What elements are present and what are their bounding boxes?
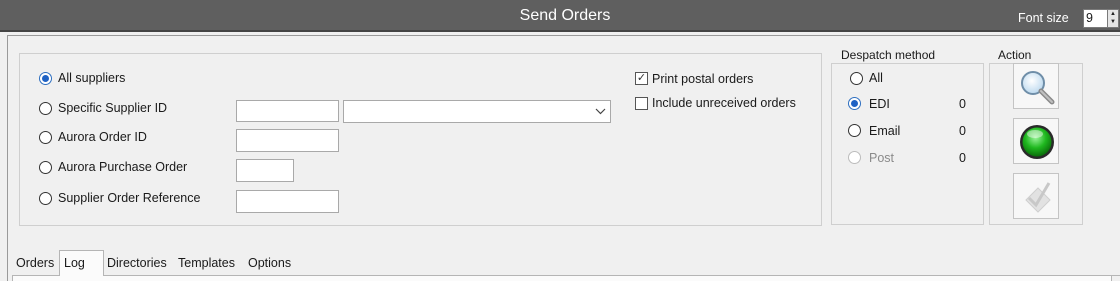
label-despatch-all[interactable]: All — [869, 71, 883, 85]
spin-down-icon[interactable]: ▼ — [1108, 18, 1118, 26]
font-size-spinner[interactable]: ▲ ▼ — [1107, 9, 1119, 28]
tab-orders[interactable]: Orders — [12, 252, 58, 275]
chevron-down-icon[interactable] — [595, 102, 606, 123]
aurora-purchase-order-input[interactable] — [236, 159, 294, 182]
confirm-button[interactable] — [1013, 173, 1059, 219]
label-despatch-post[interactable]: Post — [869, 151, 894, 165]
label-supplier-order-reference[interactable]: Supplier Order Reference — [58, 191, 200, 205]
log-panel — [12, 276, 1112, 281]
tab-options[interactable]: Options — [244, 252, 295, 275]
green-go-icon — [1020, 125, 1054, 159]
spin-up-icon[interactable]: ▲ — [1108, 10, 1118, 18]
label-all-suppliers[interactable]: All suppliers — [58, 71, 125, 85]
print-postal-orders-checkbox[interactable]: ✓ — [635, 72, 648, 85]
tab-directories[interactable]: Directories — [103, 252, 171, 275]
radio-all-suppliers[interactable] — [39, 72, 52, 85]
radio-specific-supplier-id[interactable] — [39, 102, 52, 115]
label-aurora-order-id[interactable]: Aurora Order ID — [58, 130, 147, 144]
tab-templates[interactable]: Templates — [174, 252, 239, 275]
despatch-method-group — [831, 63, 984, 225]
supplier-dropdown[interactable] — [343, 100, 611, 123]
radio-despatch-edi[interactable] — [848, 97, 861, 110]
font-size-input[interactable]: 9 — [1083, 9, 1108, 28]
aurora-order-id-input[interactable] — [236, 129, 339, 152]
window-title: Send Orders — [519, 7, 611, 24]
despatch-method-title: Despatch method — [839, 48, 938, 62]
post-count: 0 — [959, 151, 966, 165]
radio-despatch-all[interactable] — [850, 72, 863, 85]
include-unreceived-label[interactable]: Include unreceived orders — [652, 96, 796, 110]
send-button[interactable] — [1013, 118, 1059, 164]
print-postal-orders-label[interactable]: Print postal orders — [652, 72, 753, 86]
label-specific-supplier-id[interactable]: Specific Supplier ID — [58, 101, 167, 115]
radio-despatch-email[interactable] — [848, 124, 861, 137]
label-despatch-email[interactable]: Email — [869, 124, 900, 138]
tab-log[interactable]: Log — [59, 250, 104, 276]
radio-aurora-purchase-order[interactable] — [39, 161, 52, 174]
radio-supplier-order-reference[interactable] — [39, 192, 52, 205]
supplier-order-reference-input[interactable] — [236, 190, 339, 213]
radio-aurora-order-id[interactable] — [39, 131, 52, 144]
label-aurora-purchase-order[interactable]: Aurora Purchase Order — [58, 160, 187, 174]
supplier-id-input[interactable] — [236, 100, 339, 122]
edi-count: 0 — [959, 97, 966, 111]
include-unreceived-checkbox[interactable] — [635, 97, 648, 110]
email-count: 0 — [959, 124, 966, 138]
action-title: Action — [996, 48, 1034, 62]
font-size-label: Font size — [1018, 11, 1069, 25]
search-button[interactable] — [1013, 63, 1059, 109]
checkmark-icon — [1025, 182, 1051, 213]
radio-despatch-post[interactable] — [848, 151, 861, 164]
label-despatch-edi[interactable]: EDI — [869, 97, 890, 111]
magnifier-icon — [1021, 71, 1055, 105]
